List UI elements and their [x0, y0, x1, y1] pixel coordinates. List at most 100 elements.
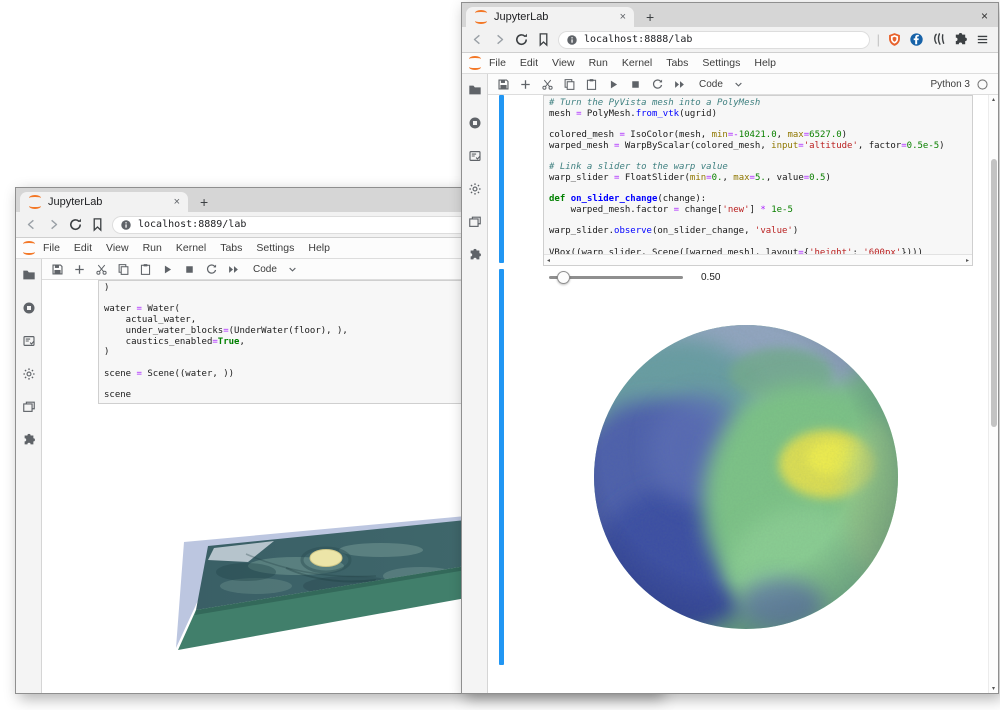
run-cell-icon[interactable] — [161, 263, 174, 276]
menu-help[interactable]: Help — [747, 57, 783, 69]
code-line: warped_mesh.factor = change['new'] * 1e-… — [549, 205, 967, 216]
notebook-scrollbar[interactable]: ▴ ▾ — [988, 95, 998, 693]
save-icon[interactable] — [51, 263, 64, 276]
property-inspector-icon[interactable] — [468, 149, 482, 163]
shield-extension-icon[interactable] — [887, 32, 902, 47]
stop-kernel-icon[interactable] — [629, 78, 642, 91]
url-text: localhost:8889/lab — [138, 219, 246, 230]
new-tab-button[interactable]: + — [200, 195, 208, 209]
property-inspector-icon[interactable] — [22, 334, 36, 348]
settings-gear-icon[interactable] — [468, 182, 482, 196]
scroll-up-icon[interactable]: ▴ — [992, 96, 995, 103]
menu-tabs[interactable]: Tabs — [213, 242, 249, 254]
claw-extension-icon[interactable] — [931, 32, 946, 47]
bookmark-icon[interactable] — [90, 217, 105, 232]
menu-settings[interactable]: Settings — [695, 57, 747, 69]
scroll-down-icon[interactable]: ▾ — [992, 685, 995, 692]
reload-icon[interactable] — [68, 217, 83, 232]
restart-kernel-icon[interactable] — [205, 263, 218, 276]
url-field[interactable]: localhost:8888/lab — [558, 31, 870, 49]
run-all-icon[interactable] — [227, 263, 240, 276]
code-line: colored_mesh = IsoColor(mesh, min=-10421… — [549, 130, 967, 141]
add-cell-icon[interactable] — [519, 78, 532, 91]
copy-cell-icon[interactable] — [117, 263, 130, 276]
tab-close-icon[interactable]: × — [174, 196, 180, 208]
scroll-left-icon[interactable]: ◂ — [547, 257, 550, 264]
notebook-toolbar: Code Python 3 — [488, 74, 998, 95]
menu-file[interactable]: File — [36, 242, 67, 254]
menu-run[interactable]: Run — [582, 57, 615, 69]
paste-cell-icon[interactable] — [585, 78, 598, 91]
code-line — [549, 216, 967, 227]
code-line: warp_slider = FloatSlider(min=0., max=5.… — [549, 173, 967, 184]
warp-slider-handle[interactable] — [557, 271, 570, 284]
extensions-puzzle-icon[interactable] — [953, 32, 968, 47]
cell-type-select[interactable]: Code — [253, 264, 277, 275]
menu-kernel[interactable]: Kernel — [169, 242, 213, 254]
kernel-status-icon[interactable] — [976, 78, 989, 91]
settings-gear-icon[interactable] — [22, 367, 36, 381]
scrollbar-thumb[interactable] — [991, 159, 997, 427]
chevron-down-icon[interactable] — [286, 263, 299, 276]
window-close-button[interactable]: × — [981, 10, 988, 22]
menu-help[interactable]: Help — [301, 242, 337, 254]
new-tab-button[interactable]: + — [646, 10, 654, 24]
jupyter-favicon — [28, 196, 42, 208]
run-all-icon[interactable] — [673, 78, 686, 91]
file-browser-icon[interactable] — [22, 268, 36, 282]
code-line — [549, 119, 967, 130]
browser-tab[interactable]: JupyterLab × — [20, 192, 188, 212]
back-icon[interactable] — [24, 217, 39, 232]
browser-tab[interactable]: JupyterLab × — [466, 7, 634, 27]
browser-tab-bar: JupyterLab × + × — [462, 3, 998, 27]
menu-kernel[interactable]: Kernel — [615, 57, 659, 69]
cell-horizontal-scrollbar[interactable]: ◂ ▸ — [544, 254, 972, 265]
running-kernels-icon[interactable] — [468, 116, 482, 130]
paste-cell-icon[interactable] — [139, 263, 152, 276]
running-kernels-icon[interactable] — [22, 301, 36, 315]
stop-kernel-icon[interactable] — [183, 263, 196, 276]
menu-settings[interactable]: Settings — [249, 242, 301, 254]
menu-run[interactable]: Run — [136, 242, 169, 254]
add-cell-icon[interactable] — [73, 263, 86, 276]
menu-view[interactable]: View — [545, 57, 582, 69]
copy-cell-icon[interactable] — [563, 78, 576, 91]
menu-view[interactable]: View — [99, 242, 136, 254]
bookmark-icon[interactable] — [536, 32, 551, 47]
globe-render[interactable] — [591, 322, 901, 637]
chevron-down-icon[interactable] — [732, 78, 745, 91]
reload-icon[interactable] — [514, 32, 529, 47]
menu-file[interactable]: File — [482, 57, 513, 69]
code-cell-editor[interactable]: # Turn the PyVista mesh into a PolyMeshm… — [543, 95, 973, 266]
menu-edit[interactable]: Edit — [67, 242, 99, 254]
extension-manager-icon[interactable] — [468, 248, 482, 262]
water-scene-render[interactable] — [96, 508, 466, 671]
open-tabs-icon[interactable] — [22, 400, 36, 414]
globe-canvas — [591, 322, 901, 632]
extension-manager-icon[interactable] — [22, 433, 36, 447]
active-cell-indicator[interactable] — [499, 95, 504, 263]
restart-kernel-icon[interactable] — [651, 78, 664, 91]
app-menu-icon[interactable] — [975, 32, 990, 47]
cut-cell-icon[interactable] — [95, 263, 108, 276]
site-info-icon[interactable] — [120, 219, 132, 231]
output-collapser[interactable] — [499, 269, 504, 665]
cell-type-select[interactable]: Code — [699, 79, 723, 90]
back-icon[interactable] — [470, 32, 485, 47]
code-line: warped_mesh = WarpByScalar(colored_mesh,… — [549, 141, 967, 152]
save-icon[interactable] — [497, 78, 510, 91]
container-extension-icon[interactable] — [909, 32, 924, 47]
forward-icon[interactable] — [492, 32, 507, 47]
forward-icon[interactable] — [46, 217, 61, 232]
kernel-name[interactable]: Python 3 — [931, 79, 970, 90]
water-scene-canvas — [96, 508, 466, 666]
site-info-icon[interactable] — [566, 34, 578, 46]
open-tabs-icon[interactable] — [468, 215, 482, 229]
run-cell-icon[interactable] — [607, 78, 620, 91]
menu-tabs[interactable]: Tabs — [659, 57, 695, 69]
file-browser-icon[interactable] — [468, 83, 482, 97]
tab-close-icon[interactable]: × — [620, 11, 626, 23]
menu-edit[interactable]: Edit — [513, 57, 545, 69]
cut-cell-icon[interactable] — [541, 78, 554, 91]
scroll-right-icon[interactable]: ▸ — [966, 257, 969, 264]
